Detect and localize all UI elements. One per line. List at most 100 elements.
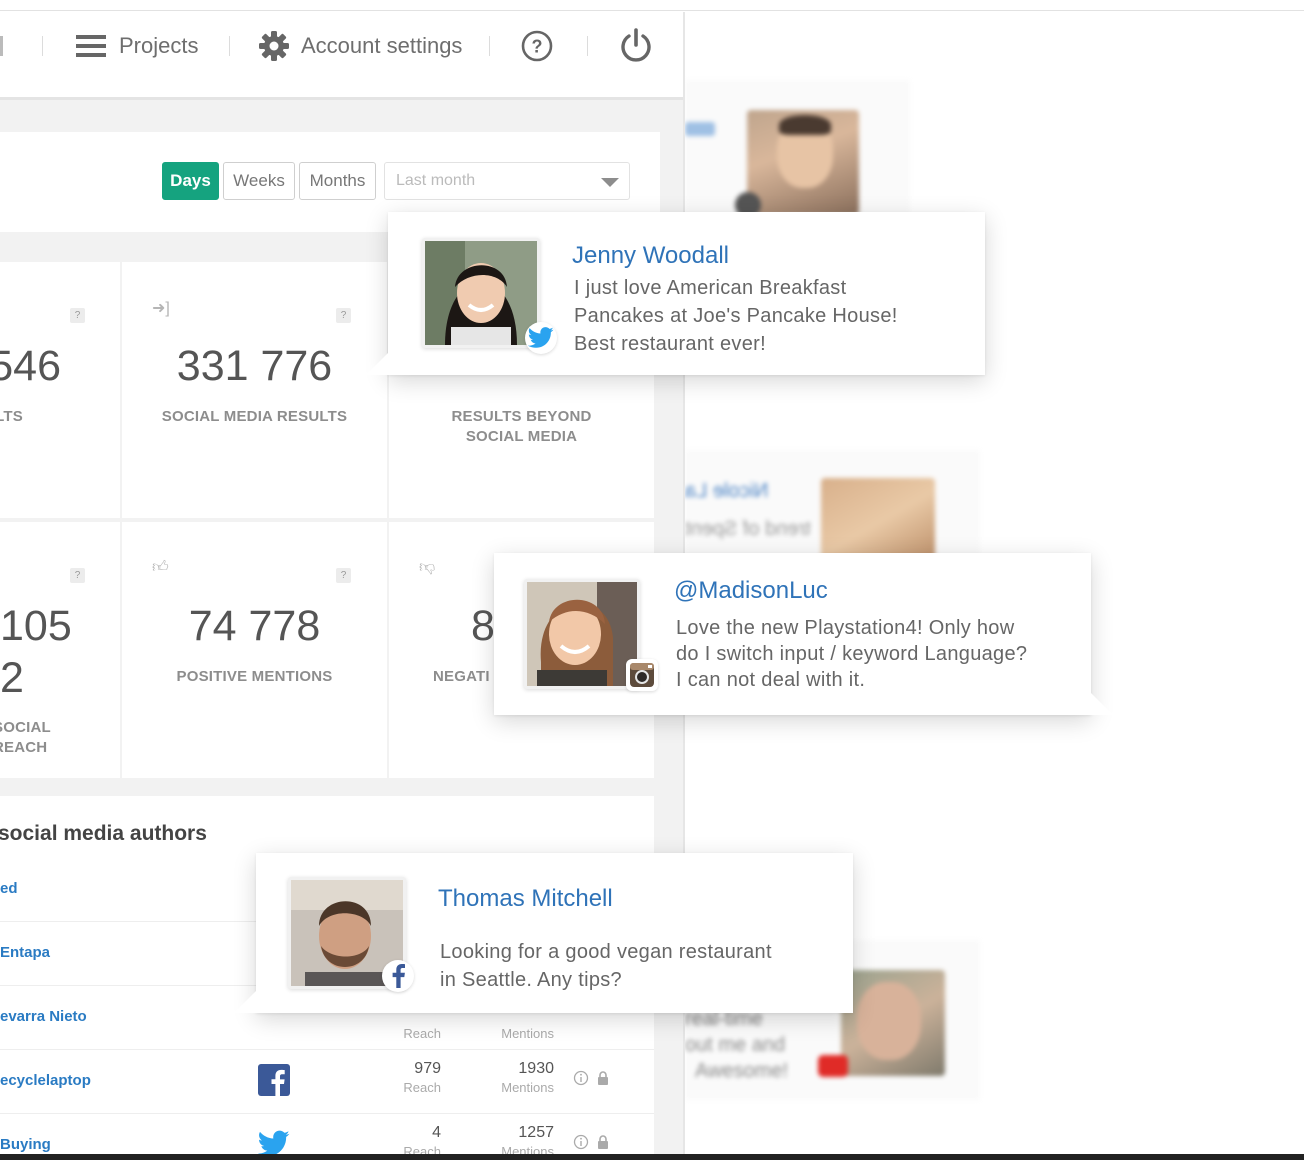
- stat-tile: 👍︎ ? 74 778 POSITIVE MENTIONS: [122, 522, 387, 778]
- weeks-button[interactable]: Weeks: [223, 162, 295, 200]
- mention-line: Best restaurant ever!: [574, 333, 766, 355]
- feed-snippet: Nicole La: [685, 480, 769, 502]
- mention-card[interactable]: Thomas Mitchell Looking for a good vegan…: [234, 853, 853, 1013]
- stat-caption: LTS: [0, 408, 23, 425]
- nav-divider: [587, 36, 588, 56]
- instagram-icon: [626, 659, 658, 691]
- authors-title: social media authors: [0, 822, 207, 845]
- nav-divider: [42, 36, 43, 56]
- stat-value: 74 778: [188, 602, 321, 650]
- reach-value: 979: [414, 1060, 441, 1077]
- table-row: ecyclelaptop 979 Reach 1930 Mentions: [0, 1050, 654, 1114]
- stat-value-secondary: 2: [0, 654, 24, 702]
- feed-link-text: [685, 122, 715, 136]
- author-name-link[interactable]: @MadisonLuc: [674, 577, 828, 605]
- mention-card[interactable]: @MadisonLuc Love the new Playstation4! O…: [494, 553, 1113, 715]
- logout-button[interactable]: [619, 26, 653, 66]
- bottom-edge: [0, 1154, 1304, 1160]
- mention-line: Looking for a good vegan restaurant: [440, 941, 772, 963]
- info-icon[interactable]: [573, 1134, 589, 1154]
- author-name-link[interactable]: Thomas Mitchell: [438, 885, 613, 913]
- reach-label: Reach: [403, 1144, 441, 1154]
- mention-text: Looking for a good vegan restaurant in S…: [440, 938, 772, 994]
- info-icon[interactable]: [573, 1070, 589, 1091]
- mention-line: in Seattle. Any tips?: [440, 969, 622, 991]
- stat-value: 331 776: [176, 342, 333, 390]
- stat-caption: SOCIAL MEDIA RESULTS: [161, 408, 348, 425]
- stat-tile: ? 105 2 SOCIAL REACH: [0, 522, 120, 778]
- reach-value: 4: [432, 1124, 441, 1141]
- lock-icon[interactable]: [597, 1134, 609, 1154]
- projects-label: Projects: [119, 33, 199, 58]
- stat-caption: RESULTS BEYOND SOCIAL MEDIA: [451, 408, 592, 445]
- mentions-value: 1930: [518, 1060, 554, 1077]
- feed-snippet: trend of Spent: [685, 518, 811, 540]
- power-icon: [619, 28, 653, 64]
- mention-line: I can not deal with it.: [676, 669, 866, 691]
- thumbs-down-icon: 👎︎: [419, 559, 436, 576]
- nav-divider: [0, 36, 3, 56]
- help-icon[interactable]: ?: [336, 308, 351, 323]
- hamburger-icon: [75, 32, 107, 60]
- help-button[interactable]: ?: [520, 26, 554, 66]
- top-border: [0, 10, 1304, 11]
- feed-snippet: Awesome!: [695, 1060, 789, 1082]
- feed-snippet: out me and: [685, 1034, 786, 1056]
- help-icon[interactable]: ?: [336, 568, 351, 583]
- svg-text:?: ?: [532, 37, 543, 57]
- mention-card[interactable]: Jenny Woodall I just love American Break…: [366, 212, 985, 375]
- help-icon[interactable]: ?: [70, 308, 85, 323]
- period-select-value: Last month: [396, 172, 476, 189]
- account-settings-label: Account settings: [301, 33, 463, 58]
- author-name-link[interactable]: Buying: [0, 1136, 51, 1153]
- speech-tail: [1091, 693, 1113, 715]
- speech-tail: [366, 353, 388, 375]
- facebook-icon: [258, 1064, 290, 1101]
- mentions-label: Mentions: [501, 1144, 554, 1154]
- chevron-down-icon: [601, 178, 619, 187]
- mention-line: I just love American Breakfast: [574, 277, 847, 299]
- nav-divider: [489, 36, 490, 56]
- gear-icon: [258, 30, 290, 62]
- twitter-icon: [257, 1130, 290, 1154]
- feed-avatar-face: [857, 982, 921, 1060]
- mention-line: Love the new Playstation4! Only how: [676, 617, 1015, 639]
- author-name-link[interactable]: ed: [0, 880, 18, 897]
- table-row: Buying 4 Reach 1257 Mentions: [0, 1114, 654, 1154]
- author-name-link[interactable]: Jenny Woodall: [572, 242, 729, 270]
- sign-in-icon: ➜]: [152, 300, 170, 317]
- stat-caption: SOCIAL REACH: [0, 719, 51, 756]
- twitter-icon: [525, 322, 557, 354]
- lock-icon[interactable]: [597, 1070, 609, 1091]
- top-navbar: Projects Account settings ?: [0, 12, 683, 100]
- mentions-label: Mentions: [501, 1026, 554, 1041]
- avatar: [524, 579, 640, 689]
- author-name-link[interactable]: Entapa: [0, 944, 50, 961]
- speech-tail: [234, 991, 256, 1013]
- question-circle-icon: ?: [520, 29, 554, 63]
- days-button[interactable]: Days: [162, 162, 219, 200]
- account-settings-nav-item[interactable]: Account settings: [258, 26, 462, 66]
- author-name-link[interactable]: ecyclelaptop: [0, 1072, 91, 1089]
- avatar: [422, 238, 540, 348]
- reach-label: Reach: [403, 1080, 441, 1095]
- help-icon[interactable]: ?: [70, 568, 85, 583]
- stat-value: 105: [0, 602, 72, 650]
- stat-tile: ➜] ? 331 776 SOCIAL MEDIA RESULTS: [122, 262, 387, 518]
- stat-caption: POSITIVE MENTIONS: [176, 668, 333, 685]
- author-name-link[interactable]: evarra Nieto: [0, 1008, 87, 1025]
- period-select[interactable]: Last month: [384, 162, 630, 200]
- youtube-icon: [818, 1055, 848, 1077]
- reach-label: Reach: [403, 1026, 441, 1041]
- projects-nav-item[interactable]: Projects: [75, 26, 198, 66]
- mention-text: Love the new Playstation4! Only how do I…: [676, 615, 1027, 693]
- stat-tile: ? 546 LTS: [0, 262, 120, 518]
- nav-divider: [229, 36, 230, 56]
- thumbs-up-icon: 👍︎: [152, 559, 169, 576]
- mentions-value: 1257: [518, 1124, 554, 1141]
- months-button[interactable]: Months: [299, 162, 376, 200]
- mention-line: Pancakes at Joe's Pancake House!: [574, 305, 898, 327]
- stat-value: 546: [0, 342, 61, 390]
- feed-avatar-hair: [779, 115, 831, 135]
- mention-text: I just love American Breakfast Pancakes …: [574, 274, 898, 358]
